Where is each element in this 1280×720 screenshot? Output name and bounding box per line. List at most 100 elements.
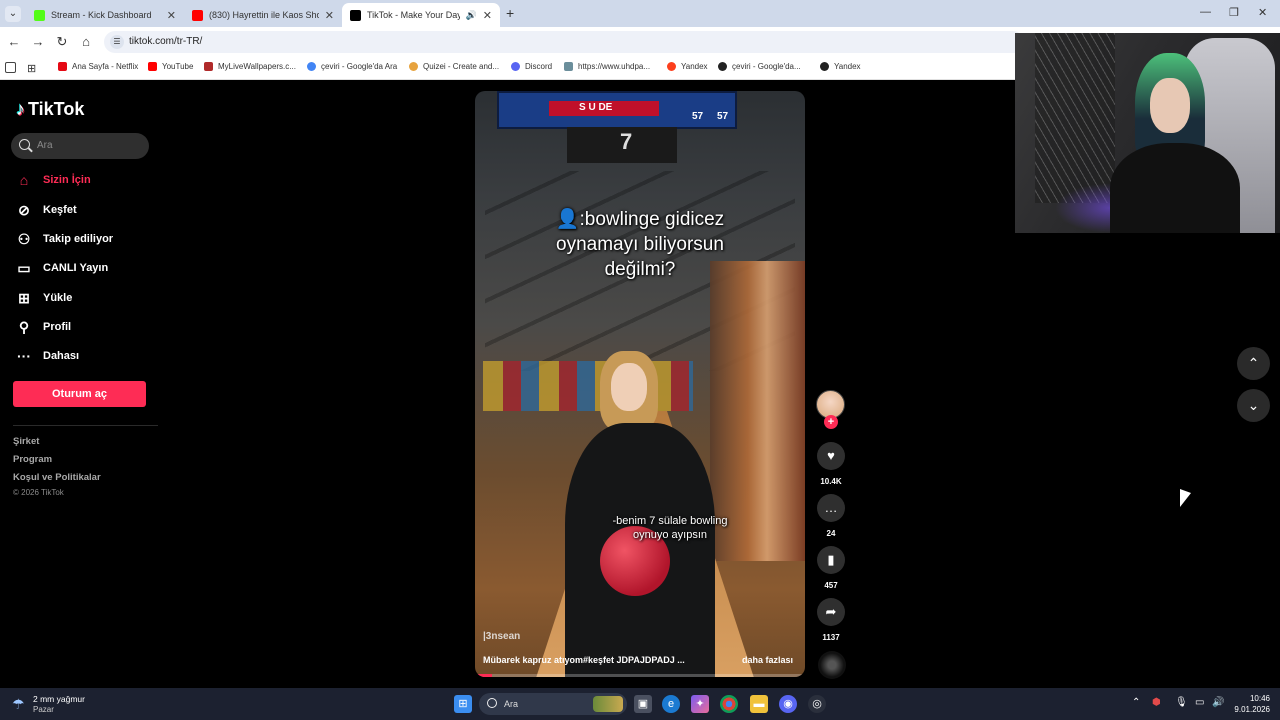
back-arrow-icon[interactable]: ← [6, 34, 22, 49]
home-icon[interactable]: ⌂ [78, 34, 94, 49]
nav-more[interactable]: ··· Dahası [15, 347, 79, 365]
save-button[interactable]: ▮ [817, 546, 845, 574]
close-window-button[interactable]: ✕ [1258, 6, 1267, 19]
profile-icon: ⚲ [18, 318, 30, 335]
tab-search-button[interactable]: ⌄ [5, 6, 21, 22]
site-info-icon[interactable]: ☰ [110, 35, 124, 49]
compass-icon: ⊘ [18, 201, 30, 218]
previous-video-button[interactable]: ⌃ [1237, 347, 1270, 380]
music-disc-icon[interactable] [818, 651, 846, 679]
caption-line: değilmi? [604, 259, 676, 280]
nav-label: Takip ediliyor [43, 233, 114, 245]
comment-button[interactable]: … [817, 494, 845, 522]
search-icon [19, 139, 30, 150]
bookmark-label: YouTube [162, 62, 194, 71]
mouse-cursor-icon [1180, 488, 1191, 512]
search-input[interactable]: Ara [11, 133, 149, 159]
tab-youtube[interactable]: (830) Hayrettin ile Kaos Show - ✕ [184, 3, 342, 27]
new-tab-button[interactable]: + [506, 5, 514, 21]
footer-link-terms[interactable]: Koşul ve Politikalar [13, 472, 101, 483]
bookmark-youtube[interactable]: YouTube [148, 62, 193, 71]
clock-date: 9.01.2026 [1234, 705, 1270, 714]
file-explorer-icon[interactable]: ▬ [750, 695, 768, 713]
tab-title: Stream - Kick Dashboard [51, 10, 152, 20]
chevron-down-icon: ⌄ [1247, 397, 1260, 413]
copilot-icon[interactable]: ✦ [691, 695, 709, 713]
share-button[interactable]: ➦ [817, 598, 845, 626]
bookmark-quizei[interactable]: Quizei - Create and... [409, 62, 499, 71]
nav-following[interactable]: ⚇ Takip ediliyor [15, 230, 113, 248]
chrome-icon[interactable] [720, 695, 738, 713]
minimize-button[interactable]: — [1200, 6, 1211, 18]
clock[interactable]: 10:46 9.01.2026 [1230, 693, 1270, 715]
discord-icon[interactable]: ◉ [779, 695, 797, 713]
apps-grid-icon[interactable]: ⊞ [27, 62, 36, 75]
speaker-icon[interactable]: 🔊 [466, 10, 477, 21]
close-icon[interactable]: ✕ [167, 9, 176, 22]
scoreboard-score: 57 [692, 111, 704, 122]
microphone-icon[interactable]: 🎙 [1175, 697, 1188, 708]
share-count: 1137 [822, 633, 840, 642]
nav-live[interactable]: ▭ CANLI Yayın [15, 259, 108, 277]
reload-icon[interactable]: ↻ [54, 34, 70, 50]
windows-taskbar: ☂ 2 mm yağmur Pazar ⊞ Ara ▣ e ✦ ▬ ◉ ◎ ⌃ … [0, 688, 1280, 720]
obs-icon[interactable]: ◎ [808, 695, 826, 713]
bookmark-uhdpa[interactable]: https://www.uhdpa... [564, 62, 650, 71]
tray-expand-icon[interactable]: ⌃ [1132, 697, 1140, 708]
next-video-button[interactable]: ⌄ [1237, 389, 1270, 422]
close-icon[interactable]: ✕ [483, 9, 492, 22]
bookmark-ceviri[interactable]: çeviri - Google'da Ara [307, 62, 397, 71]
nav-label: Dahası [43, 350, 80, 362]
bookmark-yandex[interactable]: Yandex [667, 62, 708, 71]
tiktok-logo[interactable]: ♪ TikTok [16, 99, 84, 120]
network-icon[interactable]: ▭ [1195, 697, 1204, 708]
edge-icon[interactable]: e [662, 695, 680, 713]
address-bar[interactable]: ☰ tiktok.com/tr-TR/ [104, 31, 1024, 53]
volume-icon[interactable]: 🔊 [1212, 697, 1224, 708]
tiktok-note-icon: ♪ [16, 99, 25, 119]
kick-icon [34, 9, 45, 21]
streamer-body [1110, 143, 1240, 233]
bookmark-netflix[interactable]: Ana Sayfa - Netflix [58, 62, 138, 71]
tiktok-icon [350, 9, 361, 21]
taskbar-search[interactable]: Ara [479, 693, 627, 715]
login-button[interactable]: Oturum aç [13, 381, 146, 407]
tray-app-icon[interactable]: ⬢ [1152, 697, 1161, 708]
nav-for-you[interactable]: ⌂ Sizin İçin [15, 171, 91, 189]
tab-kick[interactable]: Stream - Kick Dashboard ✕ [26, 3, 184, 27]
bookmark-label: çeviri - Google'da... [732, 62, 801, 71]
logo-text: TikTok [28, 99, 85, 119]
forward-arrow-icon[interactable]: → [30, 34, 46, 49]
bookmark-label: Discord [525, 62, 553, 71]
restore-button[interactable]: ❐ [1229, 6, 1239, 19]
task-view-icon[interactable]: ▣ [634, 695, 652, 713]
weather-rain-icon[interactable]: ☂ [12, 696, 25, 713]
follow-plus-icon[interactable]: + [824, 415, 838, 429]
nav-label: Sizin İçin [43, 174, 91, 186]
footer-link-company[interactable]: Şirket [13, 436, 39, 447]
weather-text[interactable]: 2 mm yağmur [33, 694, 85, 704]
video-progress-bar[interactable] [475, 674, 805, 677]
close-icon[interactable]: ✕ [325, 9, 334, 22]
video-player[interactable]: S U DE 57 57 7 👤:bowlinge gidicez oynama… [475, 91, 805, 677]
youtube-icon [148, 62, 157, 71]
nav-explore[interactable]: ⊘ Keşfet [15, 201, 77, 219]
bookmark-mylivewallpapers[interactable]: MyLiveWallpapers.c... [204, 62, 296, 71]
bookmark-discord[interactable]: Discord [511, 62, 552, 71]
nav-profile[interactable]: ⚲ Profil [15, 318, 71, 336]
caption-line: 👤:bowlinge gidicez [555, 209, 725, 230]
creator-watermark: |3nsean [483, 631, 521, 642]
netflix-icon [58, 62, 67, 71]
sidebar-toggle-icon[interactable] [5, 62, 16, 73]
like-button[interactable]: ♥ [817, 442, 845, 470]
bookmark-ceviri-2[interactable]: çeviri - Google'da... [718, 62, 801, 71]
yandex-icon [667, 62, 676, 71]
webcam-overlay [1015, 33, 1280, 233]
bookmark-icon: ▮ [827, 552, 835, 567]
show-more-button[interactable]: daha fazlası [742, 655, 793, 665]
footer-link-program[interactable]: Program [13, 454, 52, 465]
bookmark-yandex-2[interactable]: Yandex [820, 62, 861, 71]
tab-tiktok[interactable]: TikTok - Make Your Day 🔊 ✕ [342, 3, 500, 27]
nav-upload[interactable]: ⊞ Yükle [15, 289, 72, 307]
windows-start-icon[interactable]: ⊞ [454, 695, 472, 713]
